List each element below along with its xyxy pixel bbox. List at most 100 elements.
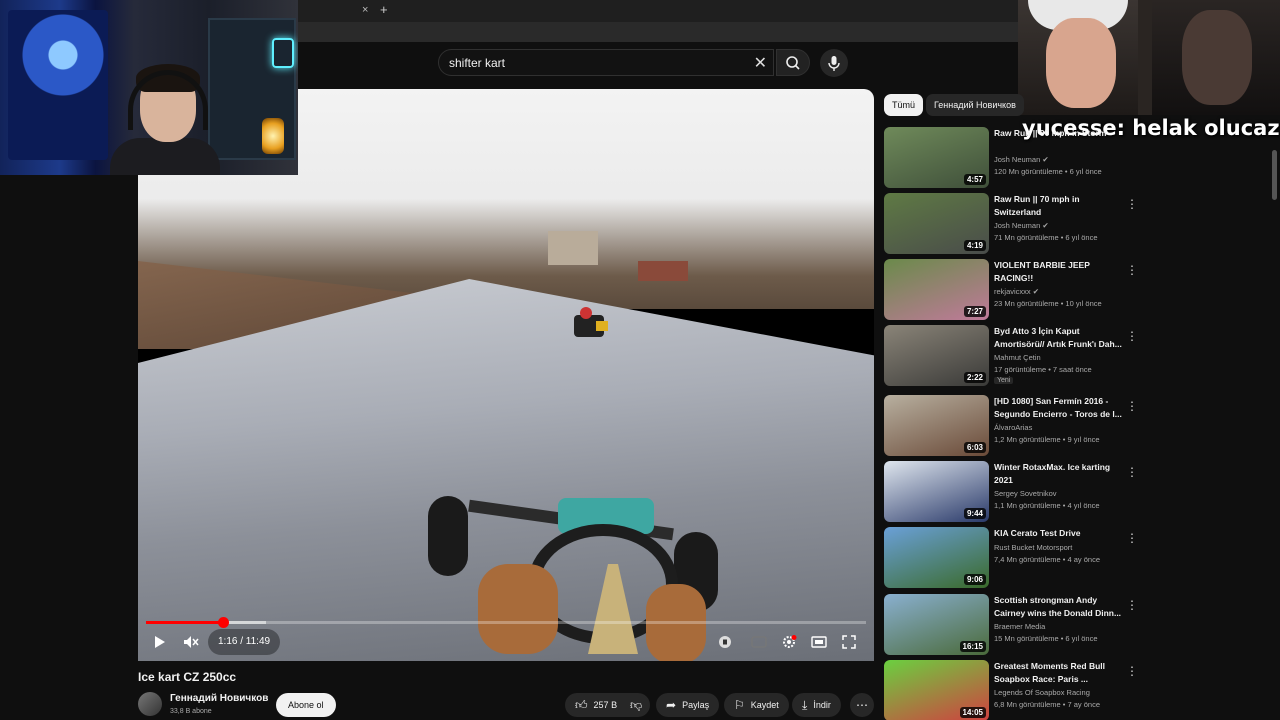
guest-webcam-2 (1152, 0, 1280, 115)
more-vertical-icon[interactable]: ⋮ (1126, 664, 1138, 678)
tab-close-button[interactable]: × (362, 4, 368, 16)
recommendation-item[interactable]: 9:44 Winter RotaxMax. Ice karting 2021 S… (884, 461, 1144, 523)
share-button[interactable]: ➦ Paylaş (656, 693, 720, 717)
recommendation-channel[interactable]: Rust Bucket Motorsport (994, 543, 1072, 552)
recommendation-channel[interactable]: Josh Neuman ✔︎ (994, 221, 1049, 230)
sidebar-scrollbar[interactable] (1272, 150, 1277, 200)
theater-mode-button[interactable] (810, 632, 828, 652)
recommendation-channel[interactable]: Sergey Sovetnikov (994, 489, 1057, 498)
subtitles-button[interactable] (750, 632, 768, 652)
video-house (548, 231, 598, 265)
neon-sign (272, 38, 294, 68)
recommendation-item[interactable]: 14:05 Greatest Moments Red Bull Soapbox … (884, 660, 1144, 720)
new-tab-button[interactable]: + (380, 2, 388, 17)
recommendation-item[interactable]: 2:22 Byd Atto 3 İçin Kaput Amortisörü// … (884, 325, 1144, 387)
clear-search-icon[interactable]: ✕ (754, 53, 767, 73)
recommendation-channel[interactable]: ÁlvaroArias (994, 423, 1032, 432)
more-vertical-icon[interactable]: ⋮ (1126, 465, 1138, 479)
mic-icon (828, 56, 840, 71)
video-thumbnail[interactable]: 16:15 (884, 594, 989, 655)
dislike-button[interactable]: 👎︎ (622, 693, 651, 717)
video-thumbnail[interactable]: 7:27 (884, 259, 989, 320)
recommendation-title[interactable]: Byd Atto 3 İçin Kaput Amortisörü// Artık… (994, 325, 1122, 350)
more-vertical-icon[interactable]: ⋮ (1126, 329, 1138, 343)
subscriber-count: 33,8 B abone (170, 708, 212, 715)
recommendation-channel[interactable]: Braemer Media (994, 622, 1045, 631)
video-thumbnail[interactable]: 9:06 (884, 527, 989, 588)
recommendation-item[interactable]: 6:03 [HD 1080] San Fermín 2016 - Segundo… (884, 395, 1144, 457)
duration-badge: 2:22 (963, 372, 986, 383)
recommendation-title[interactable]: Winter RotaxMax. Ice karting 2021 (994, 461, 1122, 486)
streamer-webcam (0, 0, 298, 175)
more-vertical-icon[interactable]: ⋮ (1126, 598, 1138, 612)
video-thumbnail[interactable]: 4:19 (884, 193, 989, 254)
subtitles-icon (751, 636, 767, 648)
more-vertical-icon[interactable]: ⋮ (1126, 263, 1138, 277)
recommendation-title[interactable]: Scottish strongman Andy Cairney wins the… (994, 594, 1122, 619)
recommendation-title[interactable]: Greatest Moments Red Bull Soapbox Race: … (994, 660, 1122, 685)
progress-bar[interactable] (146, 617, 866, 628)
fullscreen-button[interactable] (840, 632, 858, 652)
voice-search-button[interactable] (820, 49, 848, 77)
verified-icon: ✔︎ (1042, 155, 1049, 164)
video-thumbnail[interactable]: 6:03 (884, 395, 989, 456)
duration-badge: 7:27 (963, 306, 986, 317)
verified-icon: ✔︎ (1032, 287, 1040, 296)
recommendation-item[interactable]: 4:57 Raw Run || 90 mph in Storm Josh Neu… (884, 127, 1144, 189)
guest-webcam-1 (1018, 0, 1138, 115)
recommendation-item[interactable]: 9:06 KIA Cerato Test Drive Rust Bucket M… (884, 527, 1144, 589)
recommendation-title[interactable]: [HD 1080] San Fermín 2016 - Segundo Enci… (994, 395, 1122, 420)
video-thumbnail[interactable]: 2:22 (884, 325, 989, 386)
duration-badge: 16:15 (959, 641, 986, 652)
recommendation-item[interactable]: 7:27 VIOLENT BARBIE JEEP RACING!! rekjav… (884, 259, 1144, 321)
recommendation-title[interactable]: Raw Run || 90 mph in Storm (994, 127, 1122, 140)
volume-muted-icon (184, 636, 199, 648)
duration-badge: 14:05 (959, 707, 986, 718)
download-icon: ⤓ (802, 697, 808, 712)
recommendation-title[interactable]: KIA Cerato Test Drive (994, 527, 1122, 540)
lamp (262, 118, 284, 154)
recommendation-channel[interactable]: Josh Neuman ✔︎ (994, 155, 1049, 164)
share-label: Paylaş (682, 700, 710, 710)
recommendation-title[interactable]: Raw Run || 70 mph in Switzerland (994, 193, 1122, 218)
search-input[interactable]: shifter kart (449, 56, 505, 70)
channel-avatar[interactable] (138, 692, 162, 716)
duration-badge: 4:19 (963, 240, 986, 251)
channel-name[interactable]: Геннадий Новичков (170, 693, 268, 704)
more-vertical-icon[interactable]: ⋮ (1126, 531, 1138, 545)
theater-icon (811, 636, 827, 648)
new-badge: Yeni (994, 377, 1014, 384)
recommendation-title[interactable]: VIOLENT BARBIE JEEP RACING!! (994, 259, 1122, 284)
more-actions-button[interactable]: ⋯ (850, 693, 874, 717)
settings-button[interactable] (780, 632, 798, 652)
video-thumbnail[interactable]: 14:05 (884, 660, 989, 720)
download-button[interactable]: ⤓ İndir (792, 693, 841, 717)
progress-scrubber[interactable] (218, 617, 230, 628)
recommendation-channel[interactable]: rekjavicxxx ✔︎ (994, 287, 1039, 296)
more-vertical-icon[interactable]: ⋮ (1126, 399, 1138, 413)
recommendation-channel[interactable]: Mahmut Çetin (994, 353, 1041, 362)
recommendation-meta: 1,2 Mn görüntüleme • 9 yıl önce (994, 435, 1100, 444)
duration-badge: 4:57 (963, 174, 986, 185)
recommendation-item[interactable]: 4:19 Raw Run || 70 mph in Switzerland Jo… (884, 193, 1144, 255)
fullscreen-icon (842, 635, 856, 649)
play-button[interactable] (148, 632, 170, 652)
video-thumbnail[interactable]: 4:57 (884, 127, 989, 188)
save-button[interactable]: ⚐ Kaydet (724, 693, 789, 717)
video-title: Ice kart CZ 250cc (138, 670, 237, 684)
chip-all[interactable]: Tümü (884, 94, 924, 116)
subscribe-button[interactable]: Abone ol (276, 693, 336, 717)
autoplay-toggle[interactable] (716, 632, 734, 652)
search-box[interactable]: shifter kart ✕ (438, 49, 774, 76)
more-vertical-icon[interactable]: ⋮ (1126, 197, 1138, 211)
recommendation-item[interactable]: 16:15 Scottish strongman Andy Cairney wi… (884, 594, 1144, 656)
mute-button[interactable] (180, 632, 202, 652)
chip-channel[interactable]: Геннадий Новичков (926, 94, 1024, 116)
video-thumbnail[interactable]: 9:44 (884, 461, 989, 522)
recommendation-channel[interactable]: Legends Of Soapbox Racing (994, 688, 1090, 697)
download-label: İndir (813, 700, 831, 710)
search-button[interactable] (776, 49, 810, 76)
progress-played (146, 621, 224, 624)
like-button[interactable]: 👍︎ 257 B (565, 693, 628, 717)
wall-poster (8, 10, 108, 160)
